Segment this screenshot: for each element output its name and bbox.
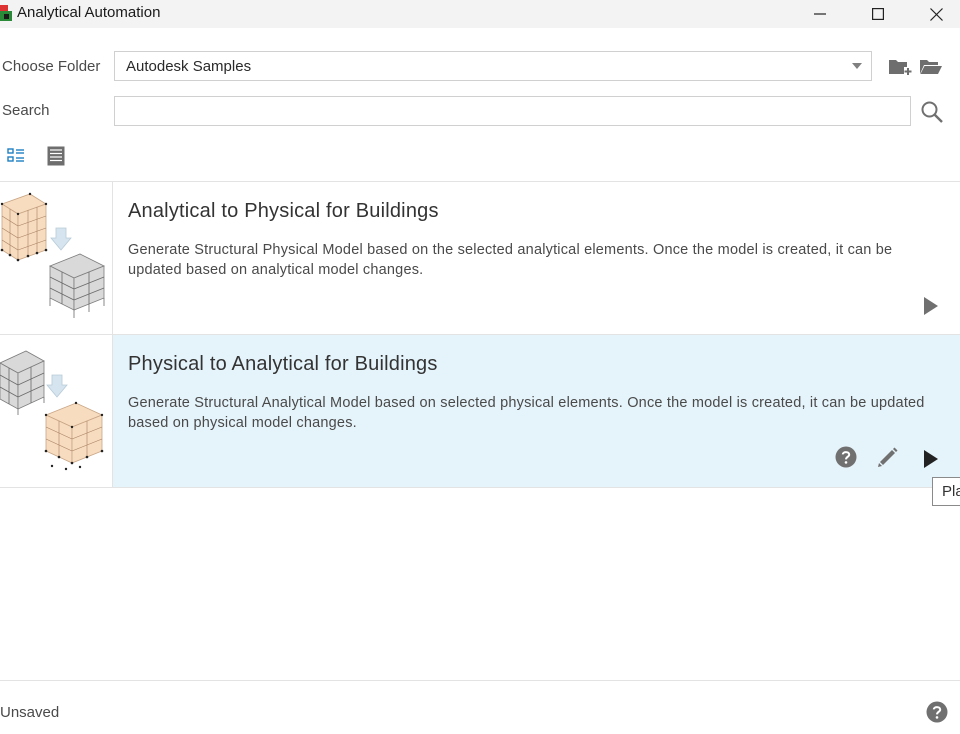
edit-script-button[interactable] <box>876 445 900 469</box>
search-button[interactable] <box>918 98 946 126</box>
folder-dropdown-value: Autodesk Samples <box>126 58 252 75</box>
open-folder-button[interactable] <box>918 54 944 80</box>
script-thumbnail <box>0 182 113 334</box>
status-bar: Unsaved <box>0 680 960 734</box>
script-description: Generate Structural Physical Model based… <box>128 242 893 278</box>
minimize-icon <box>814 13 826 15</box>
save-status: Unsaved <box>0 704 60 721</box>
app-icon <box>0 5 12 21</box>
title-bar: Analytical Automation <box>0 0 960 28</box>
maximize-icon <box>872 8 884 20</box>
open-folder-icon <box>920 60 942 74</box>
script-thumbnail <box>0 335 113 487</box>
play-tooltip: Pla <box>932 477 960 506</box>
script-help-button[interactable] <box>834 445 858 469</box>
choose-folder-label: Choose Folder <box>2 58 101 75</box>
close-button[interactable] <box>913 0 959 28</box>
detail-view-icon <box>47 146 65 166</box>
script-title: Physical to Analytical for Buildings <box>128 353 438 375</box>
detail-view-button[interactable] <box>45 145 67 167</box>
chevron-down-icon <box>852 63 862 69</box>
new-folder-button[interactable] <box>887 54 913 80</box>
window-title: Analytical Automation <box>17 4 161 21</box>
maximize-button[interactable] <box>855 0 901 28</box>
run-script-button[interactable] <box>919 294 943 318</box>
help-icon <box>835 446 857 468</box>
physical-to-analytical-thumbnail-icon <box>0 350 104 471</box>
folder-dropdown[interactable]: Autodesk Samples <box>114 51 872 81</box>
list-item[interactable]: Physical to Analytical for Buildings Gen… <box>0 334 960 488</box>
search-input[interactable] <box>114 96 911 126</box>
analytical-to-physical-thumbnail-icon <box>0 192 105 318</box>
list-view-icon <box>7 148 24 162</box>
search-label: Search <box>2 102 50 119</box>
help-button[interactable] <box>925 700 949 724</box>
script-title: Analytical to Physical for Buildings <box>128 200 439 222</box>
help-icon <box>926 701 948 723</box>
pencil-icon <box>878 447 898 467</box>
play-icon <box>924 297 938 315</box>
list-item[interactable]: Analytical to Physical for Buildings Gen… <box>0 181 960 335</box>
add-folder-icon <box>889 60 912 75</box>
close-icon <box>929 7 943 21</box>
list-view-button[interactable] <box>5 145 27 167</box>
search-icon <box>921 101 943 123</box>
minimize-button[interactable] <box>797 0 843 28</box>
play-icon <box>924 450 938 468</box>
run-script-button[interactable] <box>919 447 943 471</box>
script-description: Generate Structural Analytical Model bas… <box>128 395 925 431</box>
